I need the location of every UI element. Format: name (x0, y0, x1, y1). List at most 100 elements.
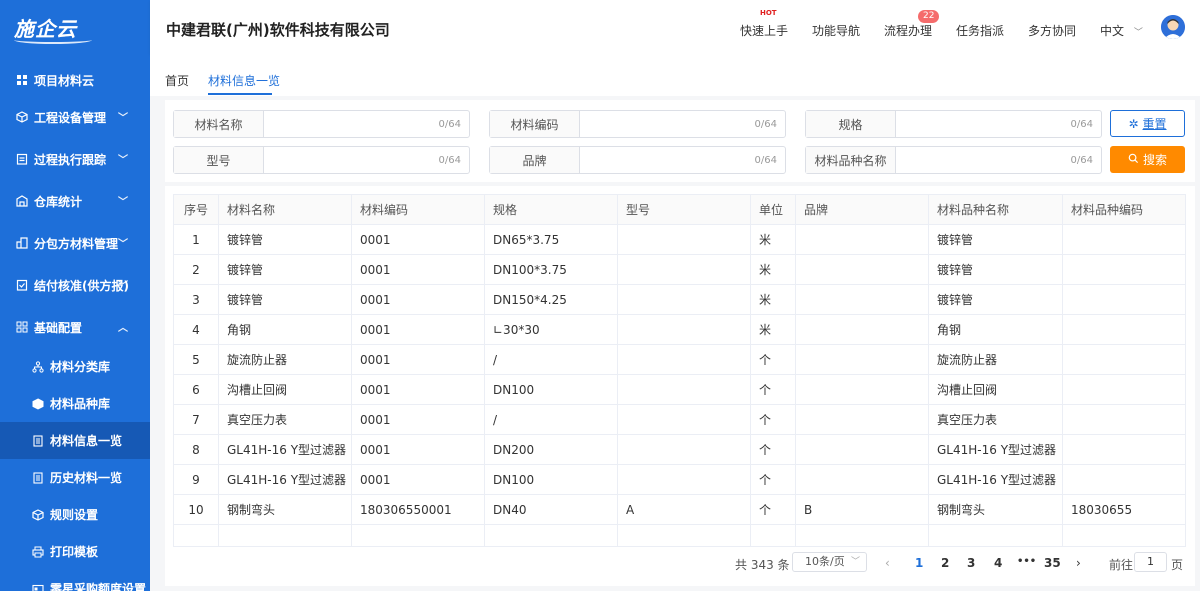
sidebar-item-process[interactable]: 过程执行跟踪 ﹀ (0, 138, 150, 180)
hot-label: HOT (760, 9, 777, 17)
grid-icon (16, 321, 28, 333)
table-cell: 钢制弯头 (218, 494, 352, 525)
table-cell: 个 (750, 344, 796, 375)
chevron-down-icon: ﹀ (118, 155, 128, 166)
table-row[interactable]: 6 沟槽止回阀 0001 DN100 个沟槽止回阀 (173, 374, 1186, 405)
tab-home[interactable]: 首页 (165, 72, 189, 89)
table-row[interactable]: 9 GL41H-16 Y型过滤器 0001 DN100 个 GL41H-16 Y型过滤器 (173, 464, 1186, 495)
table-cell: / (484, 344, 618, 375)
sidebar-subitem-material-info[interactable]: 材料信息一览 (0, 422, 150, 459)
nav-task-assign[interactable]: 任务指派 (956, 22, 1004, 39)
variety-name-input[interactable]: 0/64 (896, 147, 1101, 173)
table-row[interactable]: 4 角钢 0001 ∟30*30 米角钢 (173, 314, 1186, 345)
table-cell (795, 374, 929, 405)
tab-material-info[interactable]: 材料信息一览 (208, 72, 280, 89)
table-row[interactable]: 1 镀锌管 0001 DN65*3.75 米镀锌管 (173, 224, 1186, 255)
model-input[interactable]: 0/64 (264, 147, 469, 173)
sidebar-item-basic-config[interactable]: 基础配置 ︿ (0, 306, 150, 348)
brand-input[interactable]: 0/64 (580, 147, 785, 173)
table-row[interactable]: 10 钢制弯头 180306550001 DN40 A 个 B 钢制弯头 18030655 (173, 494, 1186, 525)
variety-name-field: 材料品种名称 0/64 (805, 146, 1102, 174)
table-cell: 个 (750, 434, 796, 465)
col-header: 规格 (484, 194, 618, 225)
material-table: 序号 材料名称 材料编码 规格 型号 单位 品牌 材料品种名称 材料品种编码 1… (173, 194, 1186, 547)
total-count: 共 343 条 (735, 558, 790, 572)
material-name-input[interactable]: 0/64 (264, 111, 469, 137)
page-4[interactable]: 4 (994, 556, 1002, 570)
sidebar-subitem-variety[interactable]: 材料品种库 (0, 385, 150, 422)
sidebar-item-settlement[interactable]: 结付核准(供方报) ﹀ (0, 264, 150, 306)
col-header: 材料名称 (218, 194, 352, 225)
table-cell: 3 (173, 284, 219, 315)
page-3[interactable]: 3 (967, 556, 975, 570)
sidebar-subitem-purchase-limit[interactable]: 零星采购额度设置 (0, 570, 150, 591)
table-row[interactable]: 3 镀锌管 0001 DN150*4.25 米镀锌管 (173, 284, 1186, 315)
sidebar: 施企云 项目材料云 工程设备管理 ﹀ 过程执行跟踪 ﹀ 仓库统计 ﹀ 分包方材料… (0, 0, 150, 591)
spec-input[interactable]: 0/64 (896, 111, 1101, 137)
table-cell: 9 (173, 464, 219, 495)
table-cell (795, 404, 929, 435)
table-row[interactable]: 5 旋流防止器 0001/个旋流防止器 (173, 344, 1186, 375)
material-code-input[interactable]: 0/64 (580, 111, 785, 137)
table-row[interactable]: 2 镀锌管 0001 DN100*3.75 米镀锌管 (173, 254, 1186, 285)
chevron-down-icon: ﹀ (850, 557, 860, 567)
table-cell: 8 (173, 434, 219, 465)
table-cell: 18030655 (1062, 494, 1186, 525)
table-cell: ∟30*30 (484, 314, 618, 345)
sidebar-subitem-print-template[interactable]: 打印模板 (0, 533, 150, 570)
table-cell: 0001 (351, 224, 485, 255)
sidebar-subitem-category[interactable]: 材料分类库 (0, 348, 150, 385)
table-cell: B (795, 494, 929, 525)
table-header-row: 序号 材料名称 材料编码 规格 型号 单位 品牌 材料品种名称 材料品种编码 (173, 194, 1186, 225)
table-cell: 0001 (351, 434, 485, 465)
table-cell: 5 (173, 344, 219, 375)
table-cell: 0001 (351, 254, 485, 285)
page-size-select[interactable]: 10条/页 ﹀ (792, 552, 867, 572)
sidebar-subitem-rules[interactable]: 规则设置 (0, 496, 150, 533)
clipboard-icon (16, 153, 28, 165)
table-cell: GL41H-16 Y型过滤器 (218, 464, 352, 495)
language-select[interactable]: 中文 ﹀ (1100, 22, 1143, 39)
nav-process[interactable]: 流程办理 (884, 22, 932, 39)
page-2[interactable]: 2 (941, 556, 949, 570)
page-35[interactable]: 35 (1044, 556, 1061, 570)
goto-label: 前往 (1109, 558, 1134, 572)
page-1[interactable]: 1 (915, 556, 923, 570)
search-button[interactable]: 搜索 (1110, 146, 1185, 173)
sidebar-item-warehouse[interactable]: 仓库统计 ﹀ (0, 180, 150, 222)
nav-function-guide[interactable]: 功能导航 (812, 22, 860, 39)
reset-button[interactable]: ✲ 重置 (1110, 110, 1185, 137)
table-cell: 0001 (351, 344, 485, 375)
table-row[interactable]: 7 真空压力表 0001/个真空压力表 (173, 404, 1186, 435)
table-cell: 米 (750, 254, 796, 285)
table-cell: 角钢 (218, 314, 352, 345)
spec-label: 规格 (806, 111, 896, 137)
table-row[interactable]: 8 GL41H-16 Y型过滤器 0001 DN200 个 GL41H-16 Y型过滤器 (173, 434, 1186, 465)
sidebar-subitem-history[interactable]: 历史材料一览 (0, 459, 150, 496)
col-header: 型号 (617, 194, 751, 225)
sidebar-section-title[interactable]: 项目材料云 (0, 64, 150, 96)
next-page-icon[interactable]: › (1076, 556, 1081, 570)
table-cell: DN150*4.25 (484, 284, 618, 315)
document-icon (32, 471, 44, 484)
nav-collaboration[interactable]: 多方协同 (1028, 22, 1076, 39)
col-header: 单位 (750, 194, 796, 225)
sidebar-item-equipment[interactable]: 工程设备管理 ﹀ (0, 96, 150, 138)
table-cell (795, 344, 929, 375)
top-header: 中建君联(广州)软件科技有限公司 HOT 快速上手 功能导航 22 流程办理 任… (150, 0, 1200, 54)
table-cell: DN100*3.75 (484, 254, 618, 285)
page-ellipsis[interactable]: ••• (1017, 556, 1036, 567)
sidebar-item-subcontract[interactable]: 分包方材料管理 ﹀ (0, 222, 150, 264)
table-empty-row (173, 524, 1186, 547)
check-clipboard-icon (16, 279, 28, 291)
table-cell (617, 314, 751, 345)
nav-quick-start[interactable]: 快速上手 (740, 22, 788, 39)
company-name: 中建君联(广州)软件科技有限公司 (166, 21, 390, 39)
table-cell (1062, 344, 1186, 375)
box-icon (16, 111, 28, 123)
search-icon (1128, 153, 1139, 167)
prev-page-icon[interactable]: ‹ (885, 556, 890, 570)
table-cell: 180306550001 (351, 494, 485, 525)
goto-page-input[interactable]: 1 (1134, 552, 1167, 572)
avatar[interactable] (1161, 15, 1185, 39)
